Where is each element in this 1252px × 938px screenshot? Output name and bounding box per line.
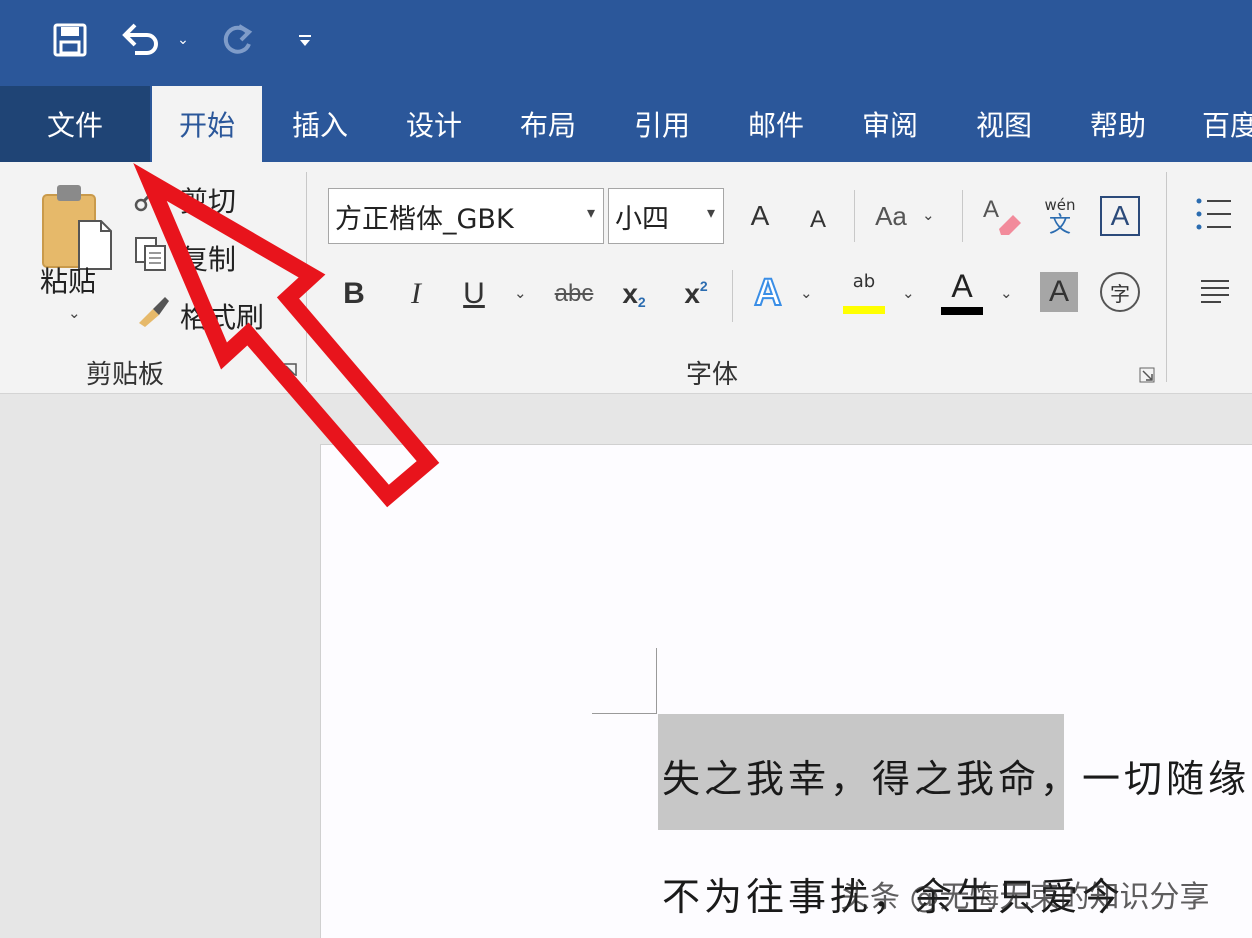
copy-icon[interactable] [132,234,170,274]
group-divider [1166,172,1167,382]
bold-icon: B [343,277,365,310]
paste-button[interactable]: 粘贴 [40,260,96,300]
phonetic-guide-button[interactable]: wén 文 [1038,192,1082,242]
change-case-icon: Aa [875,200,907,231]
tab-layout[interactable]: 布局 [500,86,596,162]
tab-file[interactable]: 文件 [0,86,150,162]
align-left-icon[interactable] [1198,276,1232,306]
line-1-rest: ，一切随缘 [1040,757,1251,801]
font-color-bar [941,307,983,315]
character-shading-button[interactable]: A [1040,272,1078,312]
font-color-button[interactable]: A [940,266,984,318]
save-icon[interactable] [48,18,92,62]
shrink-font-icon: A [809,206,826,233]
bullets-icon[interactable] [1194,194,1234,234]
chevron-down-icon: ▾ [706,203,715,222]
tab-design[interactable]: 设计 [386,86,482,162]
tab-references[interactable]: 引用 [614,86,710,162]
highlight-color-bar [843,306,885,314]
highlight-button[interactable]: ab [840,268,888,318]
underline-dropdown-icon[interactable]: ⌄ [514,284,527,302]
italic-icon: I [411,277,421,310]
customize-dropdown-icon[interactable] [292,18,318,62]
clipboard-launcher-icon[interactable] [282,362,298,378]
subscript-mark: 2 [637,294,646,310]
watermark: 头条 @无悔无束的知识分享 [840,880,1210,915]
strikethrough-button[interactable]: abc [548,272,600,316]
font-color-icon: A [951,268,973,304]
svg-text:A: A [983,196,999,223]
selected-text: 失之我幸，得之我命 [662,757,1041,801]
enclose-characters-button[interactable]: 字 [1100,272,1140,312]
character-shading-icon: A [1048,275,1069,308]
undo-icon[interactable] [118,18,164,62]
grow-font-icon: A [750,200,770,231]
font-color-dropdown-icon[interactable]: ⌄ [1000,284,1013,302]
tab-baidu[interactable]: 百度 [1184,86,1252,162]
tab-mailings[interactable]: 邮件 [728,86,824,162]
redo-icon[interactable] [216,18,258,62]
document-line-1[interactable]: 失之我幸，得之我命，一切随缘 [662,748,1250,803]
title-bar: ⌄ [0,0,1252,86]
margin-mark [656,648,657,714]
italic-button[interactable]: I [398,272,434,316]
undo-dropdown-icon[interactable]: ⌄ [172,18,194,62]
font-dialog-launcher-icon[interactable] [1138,366,1156,384]
highlight-icon: ab [852,271,876,292]
subscript-icon: x [622,278,638,309]
document-page[interactable] [320,444,1252,938]
superscript-button[interactable]: x2 [676,272,716,316]
superscript-icon: x [684,278,700,309]
phonetic-guide-icon: 文 [1048,213,1071,238]
copy-button[interactable]: 复制 [180,238,236,278]
divider [962,190,963,242]
clear-formatting-icon[interactable]: A [980,192,1024,238]
tab-review[interactable]: 审阅 [842,86,938,162]
divider [732,270,733,322]
superscript-mark: 2 [699,278,708,294]
text-effects-button[interactable]: A [748,268,788,318]
font-name-value: 方正楷体_GBK [335,203,514,235]
font-group-label: 字体 [686,360,739,390]
cut-button[interactable]: 剪切 [180,180,236,220]
ribbon-tabs: 文件 开始 插入 设计 布局 引用 邮件 审阅 视图 帮助 百度 [0,86,1252,162]
clipboard-group-label: 剪贴板 [86,360,165,390]
phonetic-guide-text: wén [1044,196,1076,214]
tab-help[interactable]: 帮助 [1070,86,1166,162]
character-border-button[interactable]: A [1100,196,1140,236]
highlight-dropdown-icon[interactable]: ⌄ [902,284,915,302]
grow-font-button[interactable]: A [742,192,778,240]
underline-icon: U [463,277,485,310]
character-border-icon: A [1110,200,1130,231]
ribbon: 粘贴 ⌄ 剪切 复制 格式刷 剪贴板 方正楷体_GBK ▾ 小四 ▾ A A A… [0,162,1252,394]
enclose-characters-icon: 字 [1110,281,1130,306]
font-name-select[interactable]: 方正楷体_GBK ▾ [328,188,604,244]
tab-insert[interactable]: 插入 [272,86,368,162]
chevron-down-icon: ▾ [586,203,595,222]
tab-view[interactable]: 视图 [956,86,1052,162]
text-effects-icon: A [753,271,782,315]
strikethrough-icon: abc [554,280,594,307]
text-effects-dropdown-icon[interactable]: ⌄ [800,284,813,302]
margin-mark [592,713,657,714]
format-painter-icon[interactable] [134,292,172,328]
change-case-button[interactable]: Aa [868,194,914,238]
format-painter-button[interactable]: 格式刷 [180,296,264,336]
underline-button[interactable]: U [456,272,492,316]
bold-button[interactable]: B [336,272,372,316]
paste-dropdown-icon[interactable]: ⌄ [68,304,81,322]
font-size-select[interactable]: 小四 ▾ [608,188,724,244]
font-size-value: 小四 [615,203,669,235]
subscript-button[interactable]: x2 [614,272,654,316]
divider [854,190,855,242]
cut-icon[interactable] [132,178,168,214]
tab-home[interactable]: 开始 [152,86,262,162]
change-case-dropdown-icon[interactable]: ⌄ [922,206,935,224]
group-divider [306,172,307,382]
shrink-font-button[interactable]: A [800,198,836,242]
